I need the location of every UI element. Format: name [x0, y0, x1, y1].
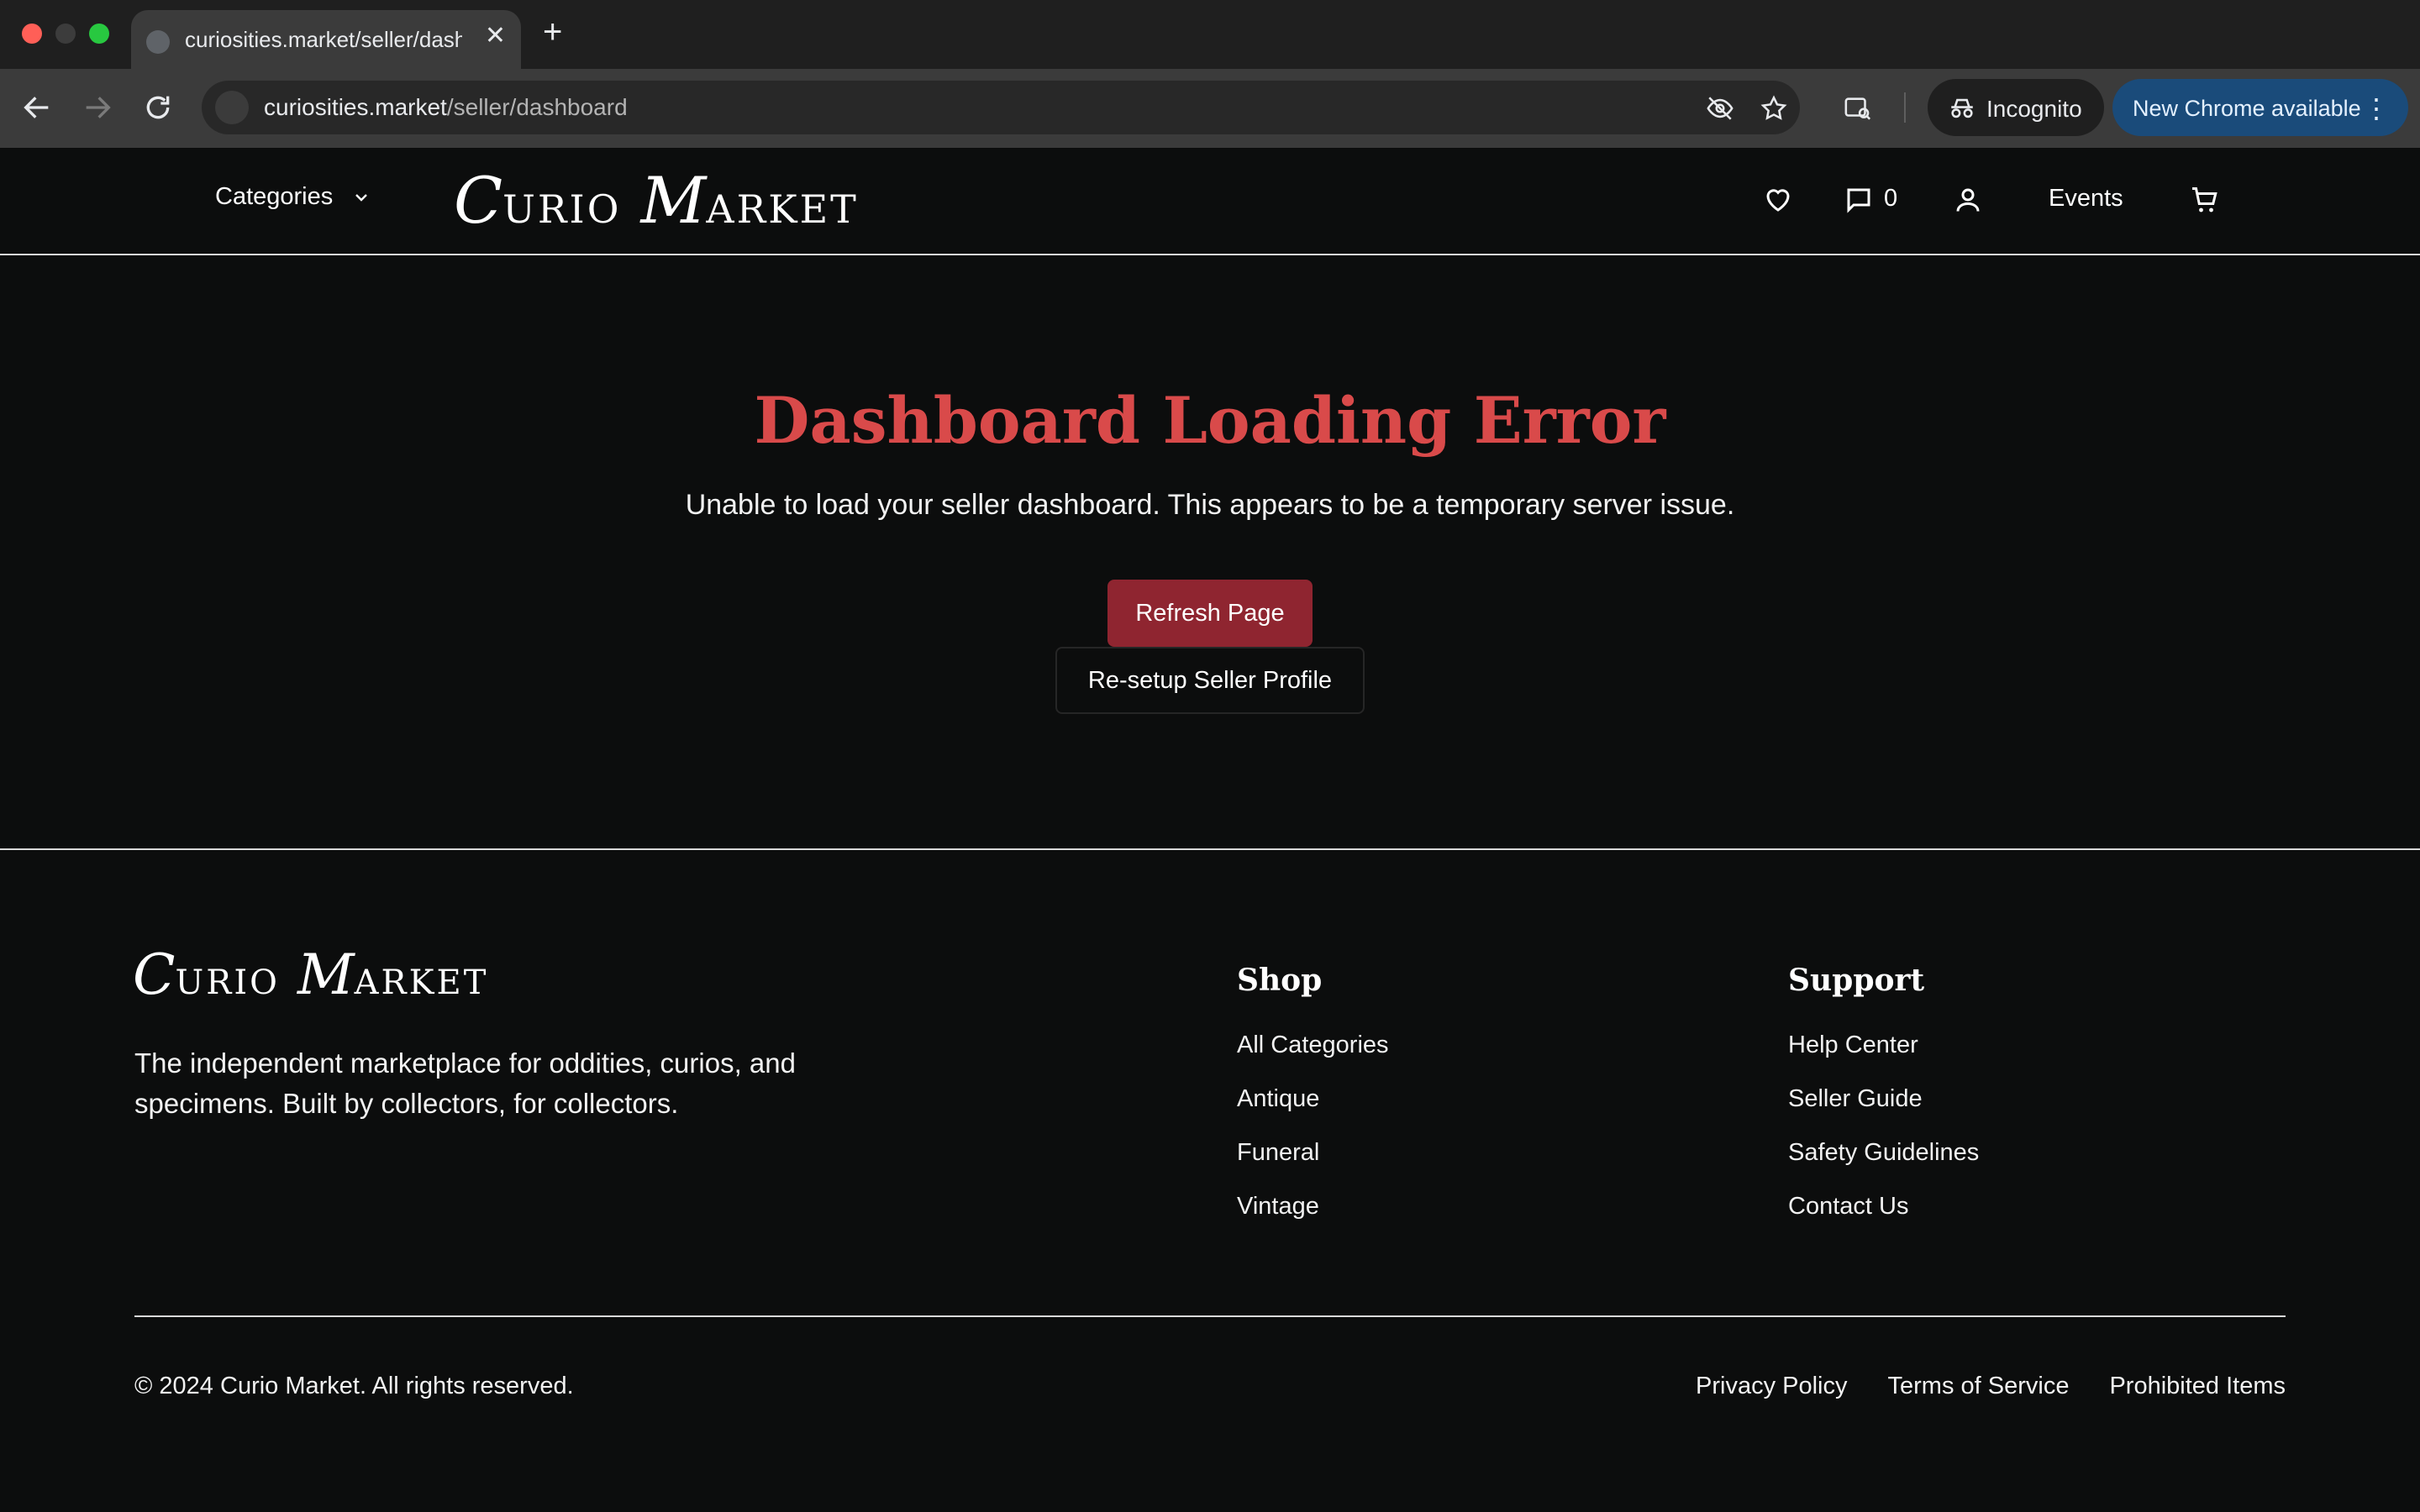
- footer-tagline: The independent marketplace for oddities…: [134, 1047, 796, 1119]
- message-icon[interactable]: [1844, 185, 1874, 215]
- legal-links: Privacy Policy Terms of Service Prohibit…: [1696, 1373, 2286, 1400]
- footer-logo[interactable]: CURIO MARKET: [133, 942, 488, 1007]
- footer-link-funeral[interactable]: Funeral: [1237, 1139, 1389, 1193]
- support-heading: Support: [1788, 963, 1925, 998]
- site-footer: CURIO MARKET The independent marketplace…: [0, 848, 2420, 1512]
- more-vert-icon[interactable]: ⋮: [2363, 92, 2390, 124]
- incognito-badge[interactable]: Incognito: [1928, 79, 2104, 136]
- refresh-page-button[interactable]: Refresh Page: [1107, 580, 1313, 647]
- bookmark-star-icon[interactable]: [1760, 94, 1788, 123]
- tab-close-icon[interactable]: ✕: [485, 24, 506, 49]
- prohibited-items-link[interactable]: Prohibited Items: [2109, 1373, 2286, 1400]
- footer-support-column: Support Help Center Seller Guide Safety …: [1788, 963, 1979, 1247]
- incognito-icon: [1951, 98, 1973, 118]
- footer-link-antique[interactable]: Antique: [1237, 1085, 1389, 1139]
- categories-label: Categories: [215, 183, 334, 210]
- heart-icon[interactable]: [1763, 185, 1793, 215]
- events-link[interactable]: Events: [2049, 185, 2123, 213]
- shop-heading: Shop: [1237, 963, 1323, 998]
- incognito-label: Incognito: [1986, 96, 2082, 122]
- error-message: Unable to load your seller dashboard. Th…: [685, 489, 1735, 521]
- globe-icon: [146, 30, 170, 54]
- browser-tab[interactable]: curiosities.market/seller/dash ✕: [131, 10, 521, 69]
- footer-link-seller-guide[interactable]: Seller Guide: [1788, 1085, 1979, 1139]
- browser-tab-bar: curiosities.market/seller/dash ✕ +: [0, 0, 2420, 69]
- cart-icon[interactable]: [2190, 185, 2220, 215]
- minimize-window-button[interactable]: [55, 24, 76, 44]
- update-label: New Chrome available: [2133, 96, 2361, 121]
- user-icon[interactable]: [1953, 185, 1983, 215]
- eye-off-icon[interactable]: [1706, 94, 1734, 123]
- close-window-button[interactable]: [22, 24, 42, 44]
- footer-link-all-categories[interactable]: All Categories: [1237, 1032, 1389, 1085]
- url-text: curiosities.market/seller/dashboard: [264, 94, 628, 120]
- resetup-seller-profile-button[interactable]: Re-setup Seller Profile: [1055, 647, 1365, 714]
- footer-shop-column: Shop All Categories Antique Funeral Vint…: [1237, 963, 1389, 1247]
- terms-of-service-link[interactable]: Terms of Service: [1888, 1373, 2070, 1400]
- tab-title: curiosities.market/seller/dash: [185, 27, 462, 52]
- footer-link-safety-guidelines[interactable]: Safety Guidelines: [1788, 1139, 1979, 1193]
- maximize-window-button[interactable]: [89, 24, 109, 44]
- footer-link-help-center[interactable]: Help Center: [1788, 1032, 1979, 1085]
- copyright-text: © 2024 Curio Market. All rights reserved…: [134, 1373, 574, 1399]
- footer-link-contact-us[interactable]: Contact Us: [1788, 1193, 1979, 1247]
- error-title: Dashboard Loading Error: [754, 383, 1666, 458]
- forward-arrow-icon[interactable]: [81, 91, 114, 124]
- browser-toolbar: curiosities.market/seller/dashboard Inco…: [0, 69, 2420, 148]
- categories-dropdown[interactable]: Categories: [215, 183, 371, 211]
- site-info-icon[interactable]: [215, 91, 249, 124]
- messages-count: 0: [1884, 185, 1898, 212]
- address-bar[interactable]: curiosities.market/seller/dashboard: [202, 81, 1800, 134]
- new-tab-button[interactable]: +: [543, 15, 562, 49]
- site-header: Categories CURIO MARKET 0 Events: [0, 148, 2420, 255]
- chevron-down-icon: [355, 193, 368, 202]
- toolbar-divider: [1904, 92, 1906, 123]
- footer-link-vintage[interactable]: Vintage: [1237, 1193, 1389, 1247]
- error-section: Dashboard Loading Error Unable to load y…: [0, 257, 2420, 848]
- site-logo[interactable]: CURIO MARKET: [454, 163, 859, 238]
- chrome-update-button[interactable]: New Chrome available ⋮: [2112, 79, 2408, 136]
- reload-icon[interactable]: [141, 91, 175, 124]
- privacy-policy-link[interactable]: Privacy Policy: [1696, 1373, 1848, 1400]
- footer-divider: [134, 1315, 2286, 1317]
- tab-search-icon[interactable]: [1844, 94, 1872, 123]
- back-arrow-icon[interactable]: [20, 91, 54, 124]
